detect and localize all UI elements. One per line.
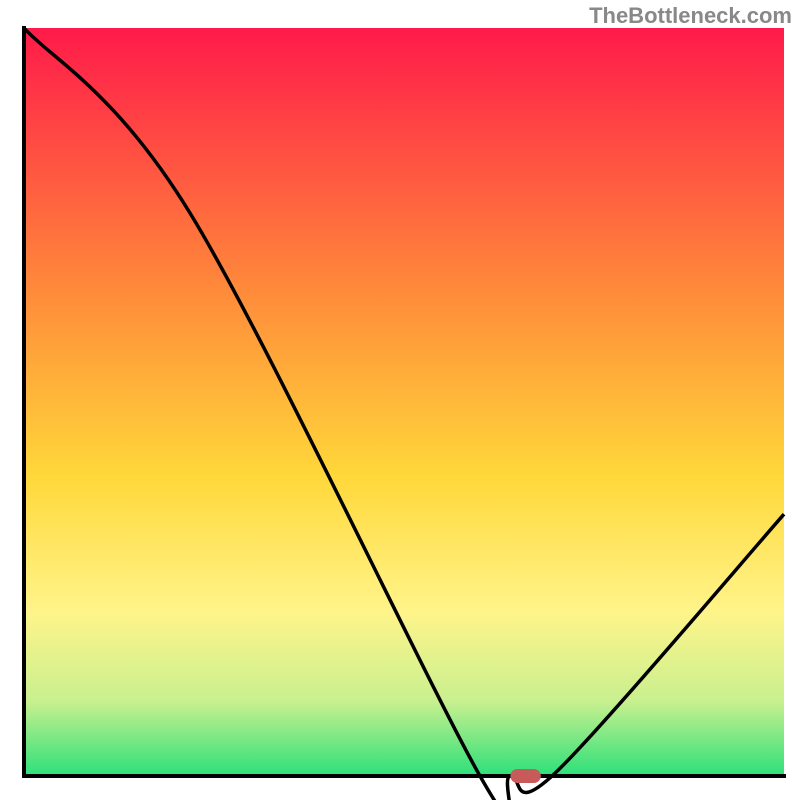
bottleneck-chart <box>0 0 800 800</box>
optimal-marker <box>510 769 540 783</box>
chart-container: TheBottleneck.com <box>0 0 800 800</box>
watermark-text: TheBottleneck.com <box>589 3 792 29</box>
